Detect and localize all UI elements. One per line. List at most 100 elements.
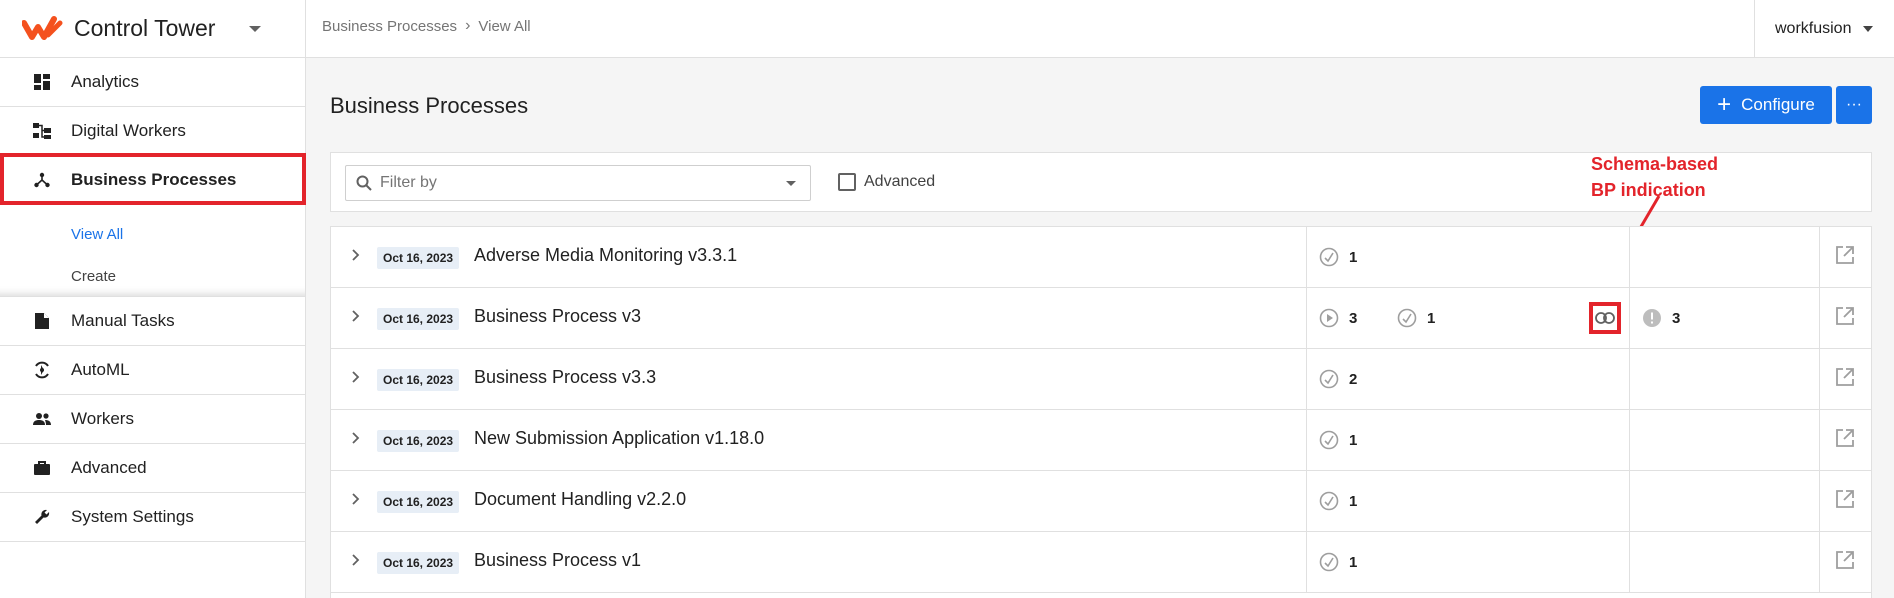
date-badge: Oct 16, 2023 (377, 430, 460, 452)
completed-icon (1319, 247, 1339, 267)
sidebar-item-label: Advanced (71, 458, 147, 477)
column-divider (1819, 288, 1820, 349)
user-menu[interactable]: workfusion (1754, 0, 1894, 58)
error-count: 3 (1642, 308, 1680, 328)
sidebar-item-workers[interactable]: Workers (0, 395, 305, 444)
advanced-checkbox-label: Advanced (864, 173, 936, 190)
process-name[interactable]: Adverse Media Monitoring v3.3.1 (474, 245, 737, 266)
app-title: Control Tower (74, 15, 216, 41)
completed-count: 1 (1319, 491, 1357, 511)
app-switcher-caret-icon[interactable] (249, 25, 262, 32)
completed-count-value: 1 (1349, 492, 1358, 510)
configure-button[interactable]: + Configure (1700, 86, 1832, 124)
column-divider (1306, 288, 1307, 349)
running-count: 3 (1319, 308, 1357, 328)
sidebar-item-digital-workers[interactable]: Digital Workers (0, 107, 305, 156)
chevron-right-icon[interactable] (349, 370, 363, 384)
checkbox-box[interactable] (838, 173, 856, 191)
column-divider (1629, 410, 1630, 471)
completed-count: 1 (1319, 552, 1357, 572)
completed-icon (1319, 430, 1339, 450)
column-divider (1819, 349, 1820, 410)
subnav-view-all[interactable]: View All (0, 213, 305, 255)
sidebar-item-manual-tasks[interactable]: Manual Tasks (0, 297, 305, 346)
annotation-line-1: Schema-based (1591, 154, 1719, 174)
date-badge: Oct 16, 2023 (377, 308, 460, 330)
process-name[interactable]: Business Process v3.3 (474, 367, 656, 388)
sidebar-item-analytics[interactable]: Analytics (0, 58, 305, 107)
column-divider (1629, 288, 1630, 349)
filter-dropdown-caret-icon[interactable] (786, 181, 796, 186)
process-name[interactable]: Business Process v3 (474, 306, 641, 327)
completed-icon (1319, 491, 1339, 511)
advanced-checkbox[interactable]: Advanced (838, 173, 935, 191)
link-icon (1595, 312, 1615, 324)
sidebar-item-automl[interactable]: AutoML (0, 346, 305, 395)
open-external-icon[interactable] (1834, 366, 1856, 388)
column-divider (1629, 532, 1630, 593)
column-divider (1306, 227, 1307, 288)
filter-input[interactable] (380, 174, 770, 192)
table-row[interactable]: Oct 16, 2023 Business Process v1 1 (331, 532, 1871, 593)
column-divider (1629, 227, 1630, 288)
completed-count-value: 1 (1349, 553, 1358, 571)
open-external-icon[interactable] (1834, 427, 1856, 449)
chevron-right-icon[interactable] (349, 492, 363, 506)
business-processes-table: Oct 16, 2023 Adverse Media Monitoring v3… (330, 226, 1872, 598)
completed-count: 2 (1319, 369, 1357, 389)
column-divider (1306, 349, 1307, 410)
breadcrumb-current: View All (478, 17, 531, 35)
completed-icon (1319, 369, 1339, 389)
column-divider (1306, 471, 1307, 532)
process-name[interactable]: Document Handling v2.2.0 (474, 489, 686, 510)
chevron-right-icon[interactable] (349, 248, 363, 262)
filter-field[interactable] (345, 165, 811, 201)
sidebar-item-system-settings[interactable]: System Settings (0, 493, 305, 542)
chevron-right-icon: › (465, 17, 471, 34)
brand-header[interactable]: Control Tower (0, 0, 305, 58)
open-external-icon[interactable] (1834, 488, 1856, 510)
completed-count-value: 1 (1427, 309, 1436, 327)
business-processes-subnav: View All Create (0, 205, 305, 297)
caret-down-icon (1863, 26, 1874, 32)
process-name[interactable]: Business Process v1 (474, 550, 641, 571)
chevron-right-icon[interactable] (349, 431, 363, 445)
sidebar-item-advanced[interactable]: Advanced (0, 444, 305, 493)
page-title: Business Processes (330, 93, 529, 118)
date-badge: Oct 16, 2023 (377, 552, 460, 574)
plus-icon: + (1717, 91, 1732, 118)
completed-count: 1 (1319, 247, 1357, 267)
sidebar: Control Tower Analytics Digital Workers … (0, 0, 306, 598)
more-options-button[interactable]: ··· (1836, 86, 1872, 124)
column-divider (1819, 532, 1820, 593)
sidebar-item-label: System Settings (71, 507, 194, 526)
open-external-icon[interactable] (1834, 305, 1856, 327)
process-name[interactable]: New Submission Application v1.18.0 (474, 428, 764, 449)
error-count-value: 3 (1672, 309, 1681, 327)
subnav-create[interactable]: Create (0, 255, 305, 297)
table-row[interactable]: Oct 16, 2023 New Submission Application … (331, 410, 1871, 471)
table-row[interactable]: Oct 16, 2023 Business Process v3 3 1 3 (331, 288, 1871, 349)
user-name: workfusion (1775, 20, 1852, 37)
table-row[interactable]: Oct 16, 2023 Business Process v3.3 2 (331, 349, 1871, 410)
workfusion-logo-icon (22, 15, 63, 40)
sidebar-item-business-processes[interactable]: Business Processes (0, 156, 305, 205)
column-divider (1819, 471, 1820, 532)
chevron-right-icon[interactable] (349, 309, 363, 323)
breadcrumb-parent-link[interactable]: Business Processes (322, 18, 457, 35)
table-row[interactable]: Oct 16, 2023 Document Handling v2.2.0 1 (331, 471, 1871, 532)
column-divider (1819, 410, 1820, 471)
completed-count-value: 2 (1349, 370, 1358, 388)
date-badge: Oct 16, 2023 (377, 491, 460, 513)
search-icon (356, 175, 372, 191)
schema-based-indicator[interactable] (1589, 302, 1621, 334)
column-divider (1629, 471, 1630, 532)
column-divider (1306, 410, 1307, 471)
chevron-right-icon[interactable] (349, 553, 363, 567)
table-row[interactable]: Oct 16, 2023 Adverse Media Monitoring v3… (331, 227, 1871, 288)
open-external-icon[interactable] (1834, 244, 1856, 266)
document-icon (32, 311, 52, 331)
open-external-icon[interactable] (1834, 549, 1856, 571)
alert-circle-icon (1643, 309, 1661, 327)
completed-count-value: 1 (1349, 248, 1358, 266)
